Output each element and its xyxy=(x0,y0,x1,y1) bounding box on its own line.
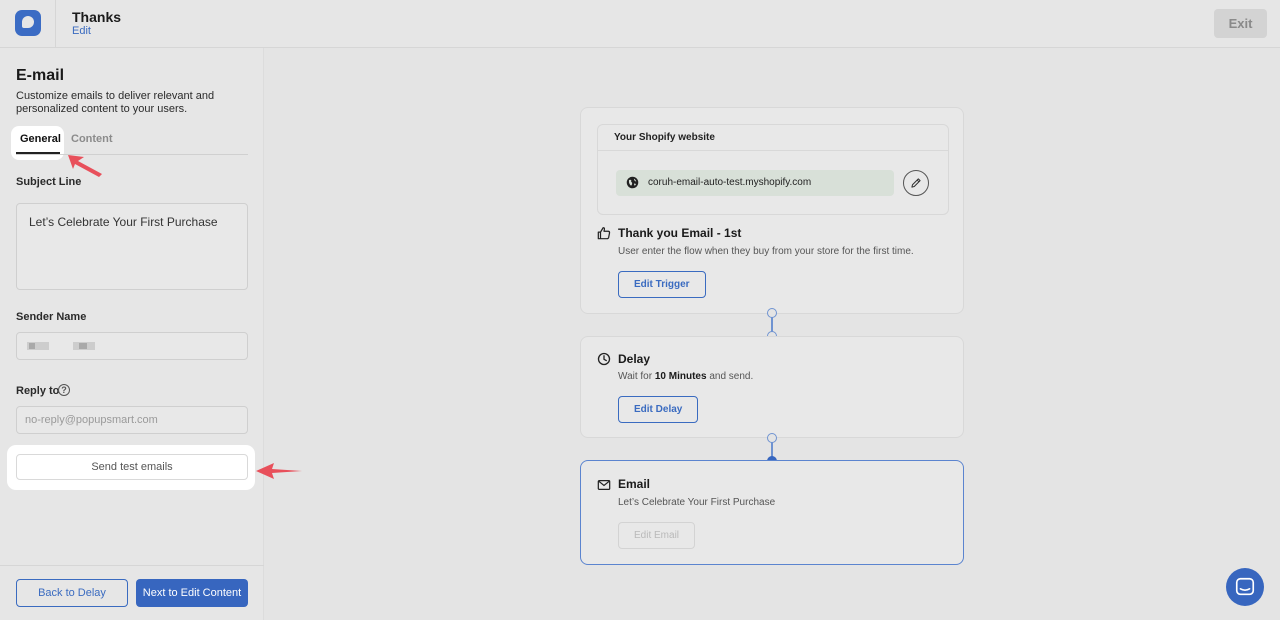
tabs-divider xyxy=(16,154,248,155)
site-box-header: Your Shopify website xyxy=(598,125,948,151)
annotation-arrow-icon xyxy=(256,463,302,479)
sidebar: E-mail Customize emails to deliver relev… xyxy=(0,48,264,620)
email-subject: Let’s Celebrate Your First Purchase xyxy=(618,497,776,508)
connector-node xyxy=(767,433,777,443)
globe-icon xyxy=(626,176,639,189)
edit-email-button[interactable]: Edit Email xyxy=(618,522,696,549)
edit-trigger-button[interactable]: Edit Trigger xyxy=(618,271,706,298)
delay-desc-prefix: Wait for xyxy=(618,371,653,382)
app-logo-icon[interactable] xyxy=(15,10,41,36)
trigger-description: User enter the flow when they buy from y… xyxy=(618,246,914,257)
trigger-title: Thank you Email - 1st xyxy=(618,226,742,240)
site-url: coruh-email-auto-test.myshopify.com xyxy=(648,177,812,188)
edit-delay-button[interactable]: Edit Delay xyxy=(618,396,699,423)
email-card: Email Let’s Celebrate Your First Purchas… xyxy=(580,460,964,565)
tab-content[interactable]: Content xyxy=(71,133,113,145)
sidebar-title: E-mail xyxy=(16,67,65,84)
connector-node xyxy=(767,308,777,318)
site-url-pill: coruh-email-auto-test.myshopify.com xyxy=(616,170,894,196)
delay-title: Delay xyxy=(618,352,651,366)
delay-desc-suffix: and send. xyxy=(709,371,754,382)
redacted-text xyxy=(73,342,95,350)
top-bar: Thanks Edit Exit xyxy=(0,0,1280,48)
trigger-card: Your Shopify website coruh-email-auto-te… xyxy=(580,107,964,314)
delay-duration: 10 Minutes xyxy=(654,371,707,382)
redacted-text xyxy=(27,342,49,350)
send-test-emails-button[interactable]: Send test emails xyxy=(16,454,248,480)
edit-site-button[interactable] xyxy=(903,170,929,196)
reply-to-input[interactable] xyxy=(16,406,248,434)
exit-button[interactable]: Exit xyxy=(1214,9,1267,38)
page-title: Thanks xyxy=(72,9,122,25)
tab-general[interactable]: General xyxy=(20,133,61,145)
chat-button[interactable] xyxy=(1226,568,1264,606)
next-to-edit-content-button[interactable]: Next to Edit Content xyxy=(136,579,248,607)
mail-icon xyxy=(597,480,611,490)
thumbs-up-icon xyxy=(597,227,611,240)
active-tab-indicator xyxy=(16,152,60,154)
sender-name-label: Sender Name xyxy=(16,311,87,323)
reply-to-label: Reply to xyxy=(16,385,60,397)
sender-name-field[interactable] xyxy=(16,332,248,360)
back-to-delay-button[interactable]: Back to Delay xyxy=(16,579,128,607)
clock-icon xyxy=(597,352,611,366)
footer-divider xyxy=(0,565,264,566)
site-box-title: Your Shopify website xyxy=(614,132,715,143)
subject-line-field[interactable]: Let’s Celebrate Your First Purchase xyxy=(16,203,248,290)
help-icon[interactable]: ? xyxy=(58,384,70,396)
chat-icon xyxy=(1235,577,1255,596)
delay-card: Delay Wait for 10 Minutes and send. Edit… xyxy=(580,336,964,438)
logo-container xyxy=(0,0,56,48)
pencil-icon xyxy=(911,178,921,188)
sidebar-description: Customize emails to deliver relevant and… xyxy=(16,90,215,115)
delay-description: Wait for 10 Minutes and send. xyxy=(618,371,753,382)
shopify-site-box: Your Shopify website coruh-email-auto-te… xyxy=(597,124,949,215)
email-title: Email xyxy=(618,477,651,491)
annotation-arrow-icon xyxy=(68,155,102,177)
edit-title-link[interactable]: Edit xyxy=(72,25,91,37)
